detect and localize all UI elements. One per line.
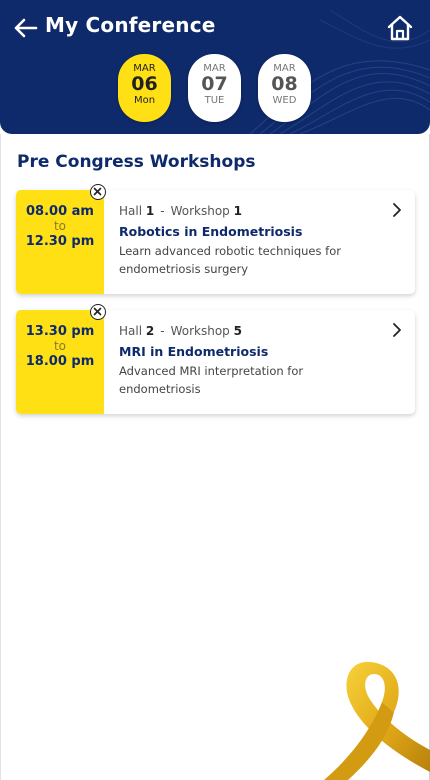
- date-day: 08: [271, 73, 298, 95]
- awareness-ribbon-icon: [324, 661, 430, 780]
- session-start-time: 13.30 pm: [25, 324, 95, 339]
- hall-label: Hall: [119, 204, 143, 218]
- session-end-time: 18.00 pm: [25, 354, 95, 369]
- session-details: Hall 1- Workshop 1 Robotics in Endometrio…: [119, 204, 379, 278]
- session-title: Robotics in Endometriosis: [119, 224, 303, 239]
- session-title: MRI in Endometriosis: [119, 344, 269, 359]
- remove-session-button[interactable]: [90, 304, 106, 320]
- workshop-label: Workshop: [170, 204, 230, 218]
- date-tab-mar-08[interactable]: MAR 08 WED: [258, 54, 311, 122]
- hall-number: 1: [145, 204, 155, 218]
- remove-session-button[interactable]: [90, 184, 106, 200]
- date-tab-mar-07[interactable]: MAR 07 TUE: [188, 54, 241, 122]
- workshop-number: 1: [233, 204, 242, 218]
- session-location: Hall 2- Workshop 5: [119, 324, 379, 338]
- arrow-left-icon: [14, 18, 38, 38]
- date-tab-mar-06[interactable]: MAR 06 Mon: [118, 54, 171, 122]
- session-card-2[interactable]: 13.30 pm to 18.00 pm Hall 2- Workshop 5 M…: [16, 304, 415, 414]
- meta-separator: -: [160, 204, 165, 218]
- date-weekday: TUE: [204, 95, 225, 106]
- app-header: My Conference MAR 06 Mon MAR 07 TUE MAR …: [0, 0, 430, 134]
- session-description: Advanced MRI interpretation for endometr…: [119, 364, 304, 396]
- session-card-1[interactable]: 08.00 am to 12.30 pm Hall 1- Workshop 1 R…: [16, 184, 415, 294]
- back-button[interactable]: [12, 14, 40, 42]
- chevron-right-icon: [393, 203, 401, 217]
- section-title: Pre Congress Workshops: [17, 152, 256, 172]
- session-location: Hall 1- Workshop 1: [119, 204, 379, 218]
- date-day: 06: [131, 73, 158, 95]
- home-icon: [387, 15, 413, 41]
- close-icon: [93, 307, 102, 316]
- session-description: Learn advanced robotic techniques for en…: [119, 244, 341, 276]
- session-time-block: 08.00 am to 12.30 pm: [16, 190, 104, 294]
- frame-border-left: [0, 134, 1, 780]
- workshop-label: Workshop: [170, 324, 230, 338]
- hall-number: 2: [145, 324, 155, 338]
- session-details: Hall 2- Workshop 5 MRI in Endometriosis A…: [119, 324, 379, 398]
- date-day: 07: [201, 73, 228, 95]
- hall-label: Hall: [119, 324, 143, 338]
- session-time-separator: to: [53, 219, 67, 233]
- meta-separator: -: [160, 324, 165, 338]
- chevron-right-icon: [393, 323, 401, 337]
- home-button[interactable]: [386, 14, 414, 42]
- close-icon: [93, 187, 102, 196]
- date-weekday: Mon: [133, 95, 156, 106]
- date-weekday: WED: [272, 95, 297, 106]
- session-time-separator: to: [53, 339, 67, 353]
- page-title: My Conference: [45, 13, 216, 37]
- workshop-number: 5: [233, 324, 242, 338]
- session-time-block: 13.30 pm to 18.00 pm: [16, 310, 104, 414]
- session-start-time: 08.00 am: [26, 204, 94, 219]
- session-end-time: 12.30 pm: [25, 234, 95, 249]
